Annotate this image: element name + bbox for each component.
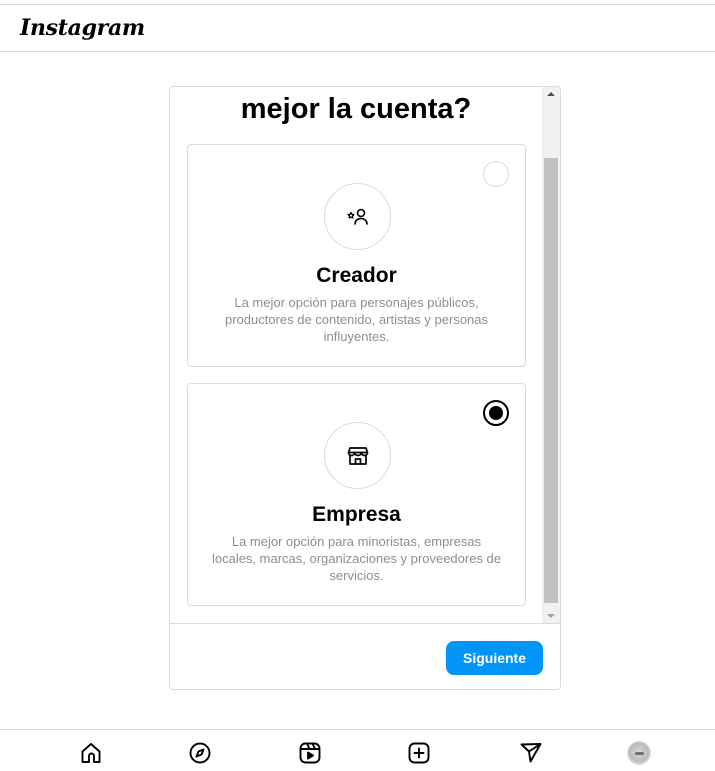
nav-explore[interactable] [187,740,213,766]
dialog-scrollbar[interactable] [542,87,560,623]
option-title-business: Empresa [312,503,401,526]
create-plus-icon [408,742,430,764]
dialog-heading: mejor la cuenta? [240,93,472,125]
nav-create[interactable] [406,740,432,766]
nav-home[interactable] [78,740,104,766]
nav-profile[interactable] [626,740,652,766]
account-type-dialog: mejor la cuenta? Creador La mejor opción… [169,86,561,690]
icon-circle-creator [324,183,391,250]
profile-avatar [627,741,651,765]
scroll-up-arrow-icon[interactable] [542,87,560,101]
nav-reels[interactable] [297,740,323,766]
instagram-logo[interactable]: Instagram [20,15,145,41]
creator-star-person-icon [346,208,368,225]
scrollbar-thumb[interactable] [544,158,558,603]
scroll-down-arrow-icon[interactable] [542,609,560,623]
option-card-business[interactable]: Empresa La mejor opción para minoristas,… [187,383,526,606]
dialog-footer: Siguiente [170,623,560,689]
home-icon [81,743,101,763]
radio-business[interactable] [483,400,509,426]
direct-messages-icon [520,743,542,763]
nav-direct[interactable] [518,740,544,766]
storefront-icon [347,446,368,465]
option-description-business: La mejor opción para minoristas, empresa… [211,534,502,583]
next-button[interactable]: Siguiente [446,641,543,675]
dialog-scroll-area[interactable]: mejor la cuenta? Creador La mejor opción… [170,87,560,623]
icon-circle-business [324,422,391,489]
option-description-creator: La mejor opción para personajes públicos… [224,295,489,344]
option-card-creator[interactable]: Creador La mejor opción para personajes … [187,144,526,367]
radio-creator[interactable] [483,161,509,187]
explore-compass-icon [189,742,211,764]
bottom-navigation [0,729,715,771]
option-title-creator: Creador [316,264,397,287]
top-header: Instagram [0,5,715,52]
reels-icon [299,742,321,764]
